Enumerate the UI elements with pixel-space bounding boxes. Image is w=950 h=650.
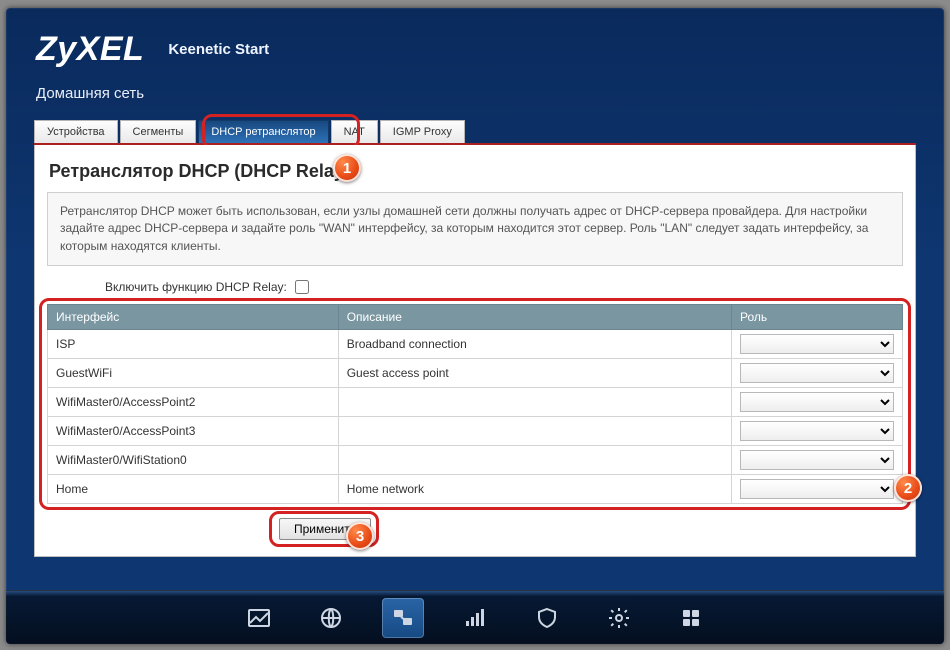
- section-heading: Ретранслятор DHCP (DHCP Relay): [47, 157, 903, 192]
- cell-interface: WifiMaster0/AccessPoint2: [48, 388, 339, 417]
- col-role: Роль: [731, 305, 902, 330]
- table-row: ISPBroadband connection: [48, 330, 903, 359]
- cell-interface: Home: [48, 475, 339, 504]
- cell-description: [338, 446, 731, 475]
- cell-interface: WifiMaster0/WifiStation0: [48, 446, 339, 475]
- nav-gear-icon[interactable]: [598, 598, 640, 638]
- nav-chart-icon[interactable]: [238, 598, 280, 638]
- tabs-strip: Устройства Сегменты DHCP ретранслятор NA…: [34, 120, 916, 145]
- apply-button[interactable]: Применить: [279, 518, 371, 540]
- role-select[interactable]: [740, 334, 894, 354]
- description-box: Ретранслятор DHCP может быть использован…: [47, 192, 903, 266]
- cell-role: [731, 417, 902, 446]
- enable-relay-checkbox[interactable]: [295, 280, 309, 294]
- table-row: WifiMaster0/AccessPoint2: [48, 388, 903, 417]
- cell-role: [731, 446, 902, 475]
- role-select[interactable]: [740, 392, 894, 412]
- bottom-nav: [6, 590, 944, 644]
- tab-nat[interactable]: NAT: [331, 120, 378, 143]
- role-select[interactable]: [740, 363, 894, 383]
- brand-logo: ZyXEL: [36, 30, 144, 69]
- cell-description: Broadband connection: [338, 330, 731, 359]
- cell-description: Home network: [338, 475, 731, 504]
- cell-role: [731, 359, 902, 388]
- cell-role: [731, 475, 902, 504]
- tab-devices[interactable]: Устройства: [34, 120, 118, 143]
- role-select[interactable]: [740, 479, 894, 499]
- table-row: WifiMaster0/AccessPoint3: [48, 417, 903, 446]
- role-select[interactable]: [740, 450, 894, 470]
- tab-segments[interactable]: Сегменты: [120, 120, 197, 143]
- content-panel: Ретранслятор DHCP (DHCP Relay) Ретрансля…: [34, 145, 916, 557]
- nav-shield-icon[interactable]: [526, 598, 568, 638]
- nav-globe-icon[interactable]: [310, 598, 352, 638]
- nav-apps-icon[interactable]: [670, 598, 712, 638]
- page-title: Домашняя сеть: [36, 85, 914, 102]
- col-interface: Интерфейс: [48, 305, 339, 330]
- cell-interface: GuestWiFi: [48, 359, 339, 388]
- cell-description: Guest access point: [338, 359, 731, 388]
- table-row: HomeHome network: [48, 475, 903, 504]
- cell-role: [731, 330, 902, 359]
- tab-igmp-proxy[interactable]: IGMP Proxy: [380, 120, 465, 143]
- cell-role: [731, 388, 902, 417]
- table-row: GuestWiFiGuest access point: [48, 359, 903, 388]
- interfaces-table: Интерфейс Описание Роль ISPBroadband con…: [47, 304, 903, 504]
- table-row: WifiMaster0/WifiStation0: [48, 446, 903, 475]
- nav-monitors-icon[interactable]: [382, 598, 424, 638]
- tab-dhcp-relay[interactable]: DHCP ретранслятор: [198, 120, 328, 143]
- col-description: Описание: [338, 305, 731, 330]
- cell-description: [338, 388, 731, 417]
- cell-interface: WifiMaster0/AccessPoint3: [48, 417, 339, 446]
- cell-description: [338, 417, 731, 446]
- cell-interface: ISP: [48, 330, 339, 359]
- nav-signal-icon[interactable]: [454, 598, 496, 638]
- model-name: Keenetic Start: [168, 41, 269, 58]
- role-select[interactable]: [740, 421, 894, 441]
- enable-relay-label: Включить функцию DHCP Relay:: [105, 280, 287, 294]
